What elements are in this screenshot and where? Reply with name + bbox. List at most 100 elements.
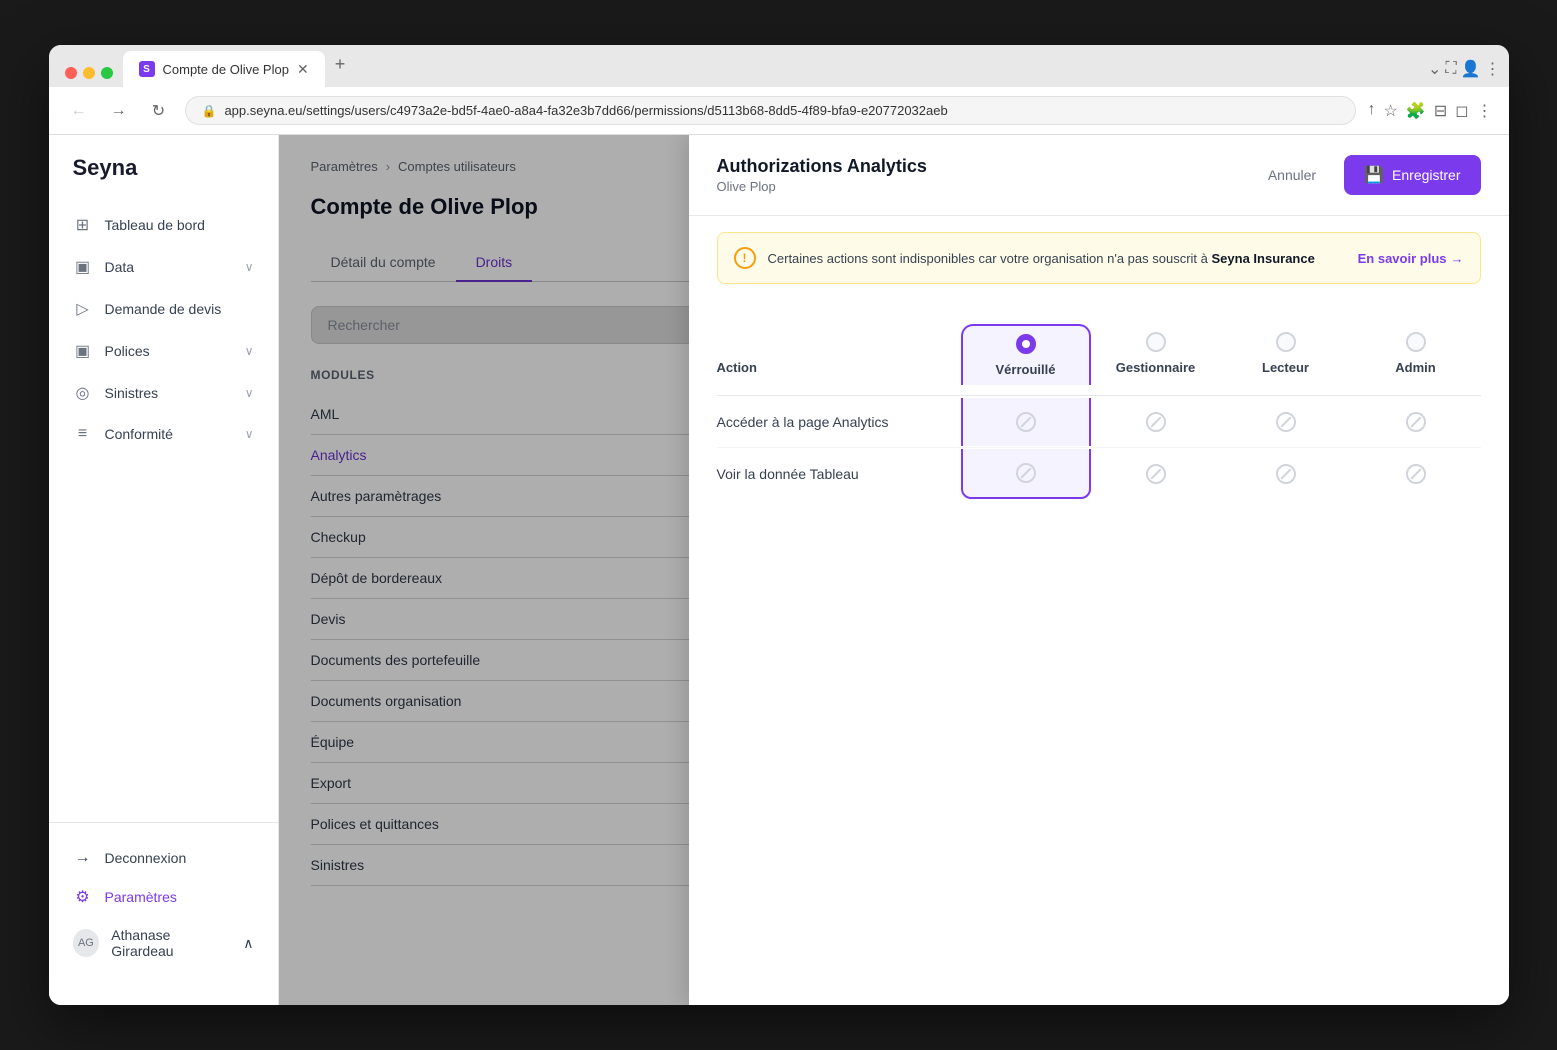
sinistres-icon: ◎ xyxy=(73,383,93,403)
verrouille-column-header[interactable]: Vérrouillé xyxy=(961,324,1091,385)
admin-radio-header[interactable] xyxy=(1406,332,1426,352)
permissions-table: Action Vérrouillé Gestionnaire xyxy=(717,324,1481,500)
minimize-icon[interactable]: ⌄ xyxy=(1428,59,1441,79)
row2-action: Voir la donnée Tableau xyxy=(717,452,961,496)
devis-icon: ▷ xyxy=(73,299,93,319)
person-icon[interactable]: 👤 xyxy=(1461,59,1481,79)
lecteur-radio-header[interactable] xyxy=(1276,332,1296,352)
gestionnaire-label: Gestionnaire xyxy=(1116,360,1195,375)
menu-icon[interactable]: ⋮ xyxy=(1485,59,1501,79)
row1-gestionnaire-cell xyxy=(1091,398,1221,446)
conformite-icon: ≡ xyxy=(73,425,93,443)
row2-verrouille-radio[interactable] xyxy=(1016,463,1036,483)
url-text: app.seyna.eu/settings/users/c4973a2e-bd5… xyxy=(224,103,947,118)
gestionnaire-column-header[interactable]: Gestionnaire xyxy=(1091,324,1221,383)
user-name: Athanase Girardeau xyxy=(111,927,231,959)
row1-action: Accéder à la page Analytics xyxy=(717,400,961,444)
forward-button[interactable]: → xyxy=(105,97,133,125)
row2-admin-radio[interactable] xyxy=(1406,464,1426,484)
sidebar-item-data[interactable]: ▣ Data ∨ xyxy=(57,247,270,287)
chevron-down-icon: ∨ xyxy=(245,260,254,274)
verrouille-radio-header[interactable] xyxy=(1016,334,1036,354)
sidebar-item-deconnexion[interactable]: → Deconnexion xyxy=(57,839,270,877)
alert-link-arrow: → xyxy=(1451,251,1464,266)
row2-lecteur-radio[interactable] xyxy=(1276,464,1296,484)
new-tab-button[interactable]: + xyxy=(327,46,354,83)
share-icon[interactable]: ↑ xyxy=(1368,101,1376,121)
alert-banner: ! Certaines actions sont indisponibles c… xyxy=(717,232,1481,284)
cancel-button[interactable]: Annuler xyxy=(1252,159,1332,191)
row2-gestionnaire-radio[interactable] xyxy=(1146,464,1166,484)
sidebar-item-label: Conformité xyxy=(105,426,173,442)
chevron-down-icon: ∨ xyxy=(245,386,254,400)
sidebar-item-demande-de-devis[interactable]: ▷ Demande de devis xyxy=(57,289,270,329)
tab-close-button[interactable]: ✕ xyxy=(297,61,309,78)
browser-window-controls: ⌄ ⛶ 👤 ⋮ xyxy=(1428,59,1501,87)
permissions-header-row: Action Vérrouillé Gestionnaire xyxy=(717,324,1481,396)
dashboard-icon: ⊞ xyxy=(73,215,93,235)
reload-button[interactable]: ↻ xyxy=(145,97,173,125)
verrouille-label: Vérrouillé xyxy=(996,362,1056,377)
permission-row-1: Accéder à la page Analytics xyxy=(717,396,1481,448)
sidebar-item-label: Sinistres xyxy=(105,385,159,401)
permission-row-2: Voir la donnée Tableau xyxy=(717,448,1481,500)
tab-favicon: S xyxy=(139,61,155,77)
modal-title: Authorizations Analytics xyxy=(717,156,1252,177)
admin-column-header[interactable]: Admin xyxy=(1351,324,1481,383)
row1-lecteur-cell xyxy=(1221,398,1351,446)
sidebar-toggle-icon[interactable]: ⊟ xyxy=(1434,101,1447,121)
minimize-window-dot[interactable] xyxy=(83,67,95,79)
modal-actions: Annuler 💾 Enregistrer xyxy=(1252,155,1481,195)
row2-admin-cell xyxy=(1351,450,1481,498)
row2-lecteur-cell xyxy=(1221,450,1351,498)
alert-brand: Seyna Insurance xyxy=(1212,251,1315,266)
lock-icon: 🔒 xyxy=(202,104,217,118)
sidebar-item-user[interactable]: AG Athanase Girardeau ∧ xyxy=(57,917,270,969)
sidebar-item-label: Deconnexion xyxy=(105,850,187,866)
more-options-icon[interactable]: ⋮ xyxy=(1477,101,1493,121)
extensions-icon[interactable]: 🧩 xyxy=(1406,101,1426,121)
alert-icon: ! xyxy=(734,247,756,269)
data-icon: ▣ xyxy=(73,257,93,277)
sidebar-bottom: → Deconnexion ⚙ Paramètres AG Athanase G… xyxy=(49,822,278,985)
maximize-icon[interactable]: ⛶ xyxy=(1445,60,1456,78)
row1-lecteur-radio[interactable] xyxy=(1276,412,1296,432)
modal-subtitle: Olive Plop xyxy=(717,179,1252,194)
star-icon[interactable]: ☆ xyxy=(1384,101,1398,121)
action-column-header: Action xyxy=(717,324,961,383)
back-button[interactable]: ← xyxy=(65,97,93,125)
modal: Authorizations Analytics Olive Plop Annu… xyxy=(689,135,1509,1005)
profile-icon[interactable]: ◻ xyxy=(1455,101,1468,121)
modal-title-block: Authorizations Analytics Olive Plop xyxy=(717,156,1252,194)
sidebar-item-tableau-de-bord[interactable]: ⊞ Tableau de bord xyxy=(57,205,270,245)
sidebar-item-polices[interactable]: ▣ Polices ∨ xyxy=(57,331,270,371)
lecteur-column-header[interactable]: Lecteur xyxy=(1221,324,1351,383)
gestionnaire-radio-header[interactable] xyxy=(1146,332,1166,352)
save-button[interactable]: 💾 Enregistrer xyxy=(1344,155,1480,195)
logout-icon: → xyxy=(73,849,93,867)
sidebar-item-conformite[interactable]: ≡ Conformité ∨ xyxy=(57,415,270,453)
active-tab[interactable]: S Compte de Olive Plop ✕ xyxy=(123,51,325,87)
sidebar-item-label: Data xyxy=(105,259,135,275)
row1-admin-radio[interactable] xyxy=(1406,412,1426,432)
admin-label: Admin xyxy=(1395,360,1435,375)
row1-verrouille-radio[interactable] xyxy=(1016,412,1036,432)
chevron-down-icon: ∨ xyxy=(245,427,254,441)
sidebar: Seyna ⊞ Tableau de bord ▣ Data ∨ ▷ Deman… xyxy=(49,135,279,1005)
sidebar-logo: Seyna xyxy=(49,155,278,205)
sidebar-item-label: Tableau de bord xyxy=(105,217,205,233)
sidebar-item-label: Demande de devis xyxy=(105,301,222,317)
close-window-dot[interactable] xyxy=(65,67,77,79)
maximize-window-dot[interactable] xyxy=(101,67,113,79)
row1-gestionnaire-radio[interactable] xyxy=(1146,412,1166,432)
sidebar-item-sinistres[interactable]: ◎ Sinistres ∨ xyxy=(57,373,270,413)
modal-overlay: Authorizations Analytics Olive Plop Annu… xyxy=(279,135,1509,1005)
address-actions: ↑ ☆ 🧩 ⊟ ◻ ⋮ xyxy=(1368,101,1493,121)
sidebar-item-parametres[interactable]: ⚙ Paramètres xyxy=(57,877,270,917)
page-area: Paramètres › Comptes utilisateurs Compte… xyxy=(279,135,1509,1005)
polices-icon: ▣ xyxy=(73,341,93,361)
row2-verrouille-cell xyxy=(961,449,1091,499)
alert-learn-more-link[interactable]: En savoir plus → xyxy=(1358,251,1464,266)
url-bar[interactable]: 🔒 app.seyna.eu/settings/users/c4973a2e-b… xyxy=(185,96,1356,125)
action-header-label: Action xyxy=(717,360,757,375)
